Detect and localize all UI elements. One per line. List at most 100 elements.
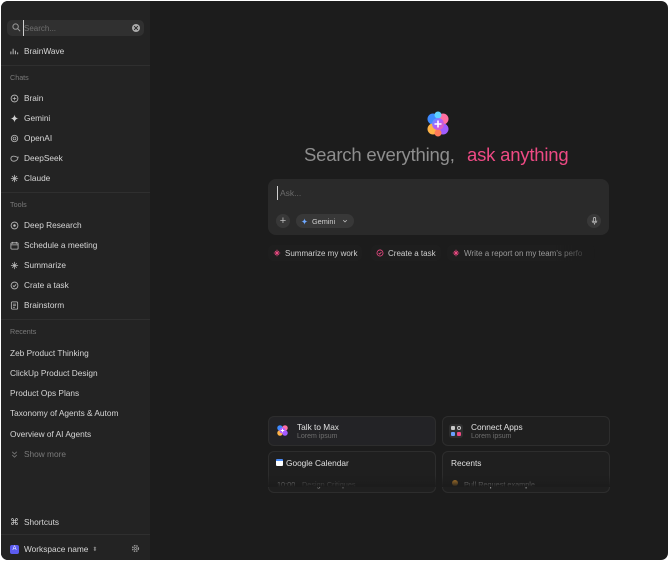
main-content: Search everything, ask anything + Gemini bbox=[150, 1, 668, 560]
brain-logo-icon bbox=[277, 425, 288, 436]
sidebar-item-label: Brain bbox=[24, 93, 44, 103]
suggestion-chip[interactable]: Summarize my work bbox=[268, 245, 363, 261]
sidebar-item-claude[interactable]: Claude bbox=[10, 170, 50, 186]
sidebar-item-label: Claude bbox=[24, 173, 51, 183]
headline-text: Search everything, bbox=[304, 144, 455, 165]
shortcuts-button[interactable]: ⌘ Shortcuts bbox=[10, 514, 59, 530]
fade-overlay bbox=[260, 475, 620, 487]
sidebar-item-label: Deep Research bbox=[24, 220, 82, 230]
suggestion-label: Summarize my work bbox=[285, 248, 358, 258]
chevrons-down-icon bbox=[10, 450, 19, 459]
ask-box: + Gemini bbox=[268, 179, 609, 235]
sidebar-item-summarize[interactable]: Summarize bbox=[10, 257, 66, 273]
divider bbox=[1, 192, 150, 193]
search-icon bbox=[12, 23, 21, 32]
chevron-down-icon bbox=[343, 219, 348, 223]
headline-accent-text: ask anything bbox=[467, 144, 569, 165]
sidebar-item-label: Schedule a meeting bbox=[24, 240, 98, 250]
sidebar-item-label: Brainstorm bbox=[24, 300, 65, 310]
sidebar-item-label: OpenAI bbox=[24, 133, 53, 143]
recent-item-label: Taxonomy of Agents & Autom bbox=[10, 408, 119, 418]
sidebar-item-openai[interactable]: OpenAI bbox=[10, 130, 52, 146]
app-window: BrainWave Chats Brain Gemini OpenAI bbox=[1, 1, 668, 560]
google-calendar-icon bbox=[276, 459, 283, 466]
sidebar-item-label: Gemini bbox=[24, 113, 51, 123]
section-heading-tools: Tools bbox=[10, 200, 27, 209]
search-bar[interactable] bbox=[7, 20, 144, 36]
summarize-icon bbox=[273, 249, 281, 257]
divider bbox=[1, 319, 150, 320]
clear-search-icon[interactable] bbox=[132, 24, 140, 32]
model-label: Gemini bbox=[312, 216, 336, 226]
task-icon bbox=[376, 249, 384, 257]
sparkle-icon bbox=[10, 113, 19, 123]
brain-logo-icon bbox=[427, 111, 449, 137]
section-heading-recents: Recents bbox=[10, 327, 37, 336]
sidebar-item-deepseek[interactable]: DeepSeek bbox=[10, 150, 63, 166]
search-input[interactable] bbox=[23, 20, 129, 36]
sidebar-item-label: Crate a task bbox=[24, 280, 69, 290]
sidebar-item-schedule-meeting[interactable]: Schedule a meeting bbox=[10, 237, 97, 253]
ask-input[interactable] bbox=[277, 186, 600, 200]
sidebar-item-brain[interactable]: Brain bbox=[10, 90, 43, 106]
model-selector[interactable]: Gemini bbox=[296, 214, 355, 228]
sidebar-item-brainwave[interactable]: BrainWave bbox=[10, 43, 64, 59]
microphone-button[interactable] bbox=[587, 214, 601, 228]
suggestion-chip[interactable]: Write a report on my team's perfo bbox=[447, 245, 595, 261]
chevron-updown-icon: ⬍ bbox=[92, 546, 98, 553]
waveform-icon bbox=[10, 47, 19, 56]
recent-item-label: ClickUp Product Design bbox=[10, 368, 98, 378]
task-icon bbox=[10, 281, 19, 290]
sidebar-item-label: DeepSeek bbox=[24, 153, 63, 163]
card-title: Talk to Max bbox=[297, 422, 339, 432]
card-subtitle: Lorem ipsum bbox=[297, 433, 338, 440]
recent-item-label: Overview of AI Agents bbox=[10, 429, 92, 439]
command-icon: ⌘ bbox=[10, 516, 19, 527]
divider bbox=[1, 534, 150, 535]
recent-item-label: Zeb Product Thinking bbox=[10, 348, 89, 358]
sidebar-item-gemini[interactable]: Gemini bbox=[10, 110, 50, 126]
show-more-label: Show more bbox=[24, 449, 66, 459]
suggestion-chip[interactable]: Create a task bbox=[371, 245, 441, 261]
divider bbox=[1, 65, 150, 66]
card-title: Google Calendar bbox=[286, 458, 349, 468]
show-more-button[interactable]: Show more bbox=[10, 446, 66, 462]
sidebar: BrainWave Chats Brain Gemini OpenAI bbox=[1, 1, 150, 560]
talk-to-max-card[interactable]: Talk to Max Lorem ipsum bbox=[268, 416, 436, 446]
openai-icon bbox=[10, 134, 19, 143]
microphone-icon bbox=[591, 217, 597, 225]
asterisk-icon bbox=[10, 174, 19, 183]
research-icon bbox=[10, 221, 19, 230]
gemini-sparkle-icon bbox=[301, 217, 308, 225]
shortcuts-label: Shortcuts bbox=[24, 517, 60, 527]
workspace-switcher[interactable]: A Workspace name ⬍ bbox=[10, 541, 97, 557]
summarize-icon bbox=[10, 261, 19, 270]
connect-apps-card[interactable]: Connect Apps Lorem ipsum bbox=[442, 416, 610, 446]
recent-item-label: Product Ops Plans bbox=[10, 388, 80, 398]
plus-icon: + bbox=[279, 215, 287, 227]
sidebar-item-label: BrainWave bbox=[24, 46, 65, 56]
card-title: Connect Apps bbox=[471, 422, 523, 432]
report-icon bbox=[452, 249, 460, 257]
brain-icon bbox=[10, 94, 19, 103]
suggestion-label: Create a task bbox=[388, 248, 436, 258]
add-attachment-button[interactable]: + bbox=[276, 214, 290, 228]
apps-grid-icon bbox=[449, 424, 463, 438]
recent-item[interactable]: Product Ops Plans bbox=[10, 385, 79, 401]
card-subtitle: Lorem ipsum bbox=[471, 433, 512, 440]
workspace-avatar: A bbox=[10, 544, 19, 554]
settings-gear-icon[interactable] bbox=[131, 544, 140, 553]
sidebar-item-brainstorm[interactable]: Brainstorm bbox=[10, 297, 64, 313]
recent-item[interactable]: Zeb Product Thinking bbox=[10, 345, 89, 361]
recent-item[interactable]: Overview of AI Agents bbox=[10, 426, 91, 442]
sidebar-item-label: Summarize bbox=[24, 260, 66, 270]
suggestion-label: Write a report on my team's perfo bbox=[464, 248, 583, 258]
sidebar-item-create-task[interactable]: Crate a task bbox=[10, 277, 69, 293]
workspace-name: Workspace name bbox=[24, 544, 89, 554]
recent-item[interactable]: ClickUp Product Design bbox=[10, 365, 98, 381]
sidebar-item-deep-research[interactable]: Deep Research bbox=[10, 217, 82, 233]
brainstorm-icon bbox=[10, 300, 19, 310]
whale-icon bbox=[10, 154, 19, 163]
card-title: Recents bbox=[451, 458, 482, 468]
recent-item[interactable]: Taxonomy of Agents & Autom bbox=[10, 405, 118, 421]
